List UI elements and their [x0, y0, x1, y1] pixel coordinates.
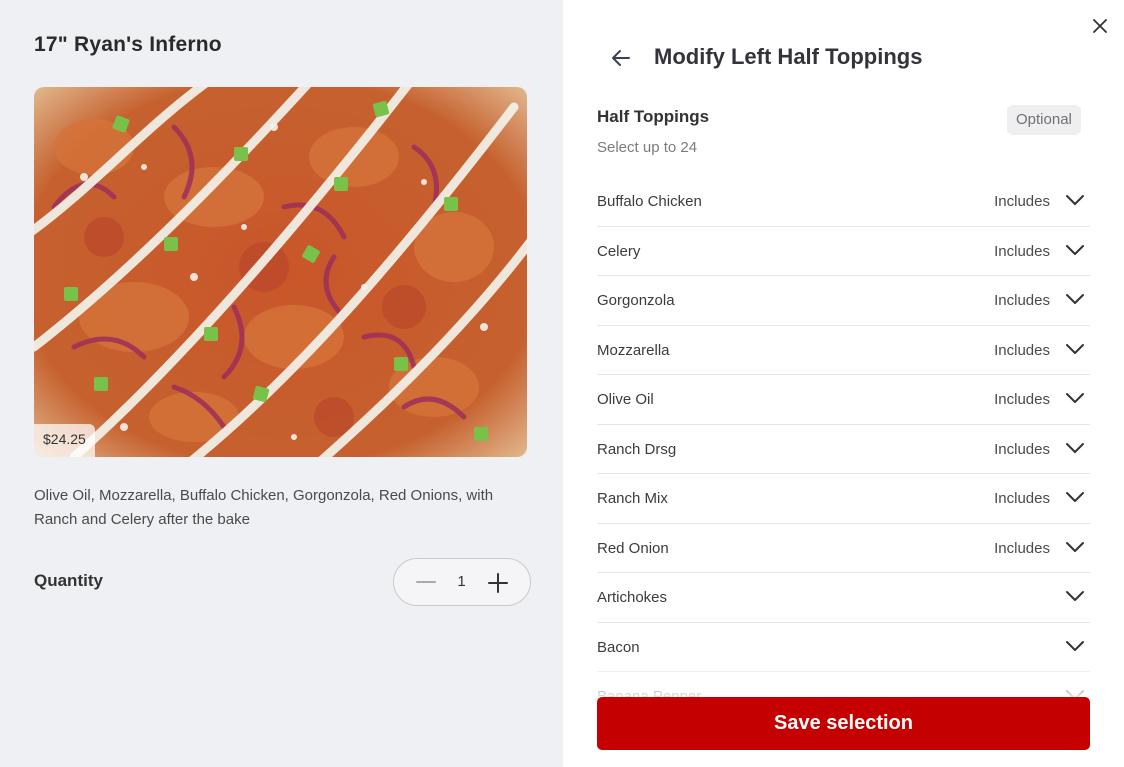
item-title: 17" Ryan's Inferno: [34, 33, 222, 56]
pizza-photo: [34, 87, 527, 457]
topping-status: Includes: [994, 440, 1050, 458]
topping-name: Mozzarella: [597, 341, 670, 359]
chevron-down-icon[interactable]: [1065, 193, 1085, 207]
topping-name: Ranch Drsg: [597, 440, 677, 458]
chevron-down-icon[interactable]: [1065, 540, 1085, 554]
topping-status: Includes: [994, 292, 1050, 309]
topping-status: Includes: [994, 391, 1050, 408]
chevron-down-icon[interactable]: [1065, 391, 1085, 405]
save-selection-button[interactable]: Save selection: [597, 697, 1090, 750]
item-details-panel: 17" Ryan's Inferno $24.25 Olive Oil, Moz…: [0, 0, 563, 767]
chevron-down-icon[interactable]: [1065, 243, 1085, 257]
chevron-down-icon[interactable]: [1065, 589, 1085, 603]
topping-name: Red Onion: [597, 539, 669, 557]
list-item[interactable]: Bacon: [597, 623, 1090, 672]
quantity-value: 1: [457, 573, 466, 590]
list-item[interactable]: Celery Includes: [597, 227, 1090, 276]
optional-badge: Optional: [1007, 105, 1081, 135]
panel-title: Modify Left Half Toppings: [654, 44, 923, 69]
section-title: Half Toppings: [597, 107, 710, 126]
topping-name: Olive Oil: [597, 391, 654, 408]
minus-icon[interactable]: [416, 581, 436, 583]
topping-name: Celery: [597, 242, 641, 260]
toppings-list[interactable]: Buffalo Chicken Includes Celery Includes…: [597, 177, 1090, 697]
list-item[interactable]: Ranch Drsg Includes: [597, 425, 1090, 474]
section-subtitle: Select up to 24: [597, 139, 698, 156]
topping-status: Includes: [994, 242, 1050, 260]
plus-icon[interactable]: [487, 572, 509, 594]
topping-name: Artichokes: [597, 589, 668, 606]
topping-status: Includes: [994, 539, 1050, 557]
quantity-label: Quantity: [34, 571, 103, 590]
topping-name: Ranch Mix: [597, 490, 668, 507]
list-item[interactable]: Red Onion Includes: [597, 524, 1090, 573]
topping-name: Buffalo Chicken: [597, 193, 702, 210]
chevron-down-icon[interactable]: [1065, 490, 1085, 504]
topping-status: Includes: [994, 193, 1050, 210]
modifier-panel: Modify Left Half Toppings Half Toppings …: [563, 0, 1124, 767]
chevron-down-icon[interactable]: [1065, 639, 1085, 653]
chevron-down-icon[interactable]: [1065, 441, 1085, 455]
chevron-down-icon[interactable]: [1065, 292, 1085, 306]
list-item[interactable]: Banana Pepper: [597, 672, 1090, 697]
item-description: Olive Oil, Mozzarella, Buffalo Chicken, …: [34, 487, 494, 528]
list-item[interactable]: Olive Oil Includes: [597, 375, 1090, 425]
topping-status: Includes: [994, 490, 1050, 507]
topping-name: Gorgonzola: [597, 292, 675, 309]
topping-name: Bacon: [597, 638, 640, 656]
list-item[interactable]: Ranch Mix Includes: [597, 474, 1090, 524]
chevron-down-icon[interactable]: [1065, 342, 1085, 356]
list-item[interactable]: Gorgonzola Includes: [597, 276, 1090, 326]
price-tag: $24.25: [34, 424, 95, 457]
close-icon[interactable]: [1090, 16, 1110, 36]
list-item[interactable]: Buffalo Chicken Includes: [597, 177, 1090, 227]
topping-name: Banana Pepper: [597, 688, 702, 697]
list-item[interactable]: Artichokes: [597, 573, 1090, 623]
topping-status: Includes: [994, 341, 1050, 359]
chevron-down-icon[interactable]: [1065, 688, 1085, 697]
quantity-stepper: 1: [393, 558, 531, 606]
list-item[interactable]: Mozzarella Includes: [597, 326, 1090, 375]
arrow-left-icon[interactable]: [609, 46, 633, 70]
